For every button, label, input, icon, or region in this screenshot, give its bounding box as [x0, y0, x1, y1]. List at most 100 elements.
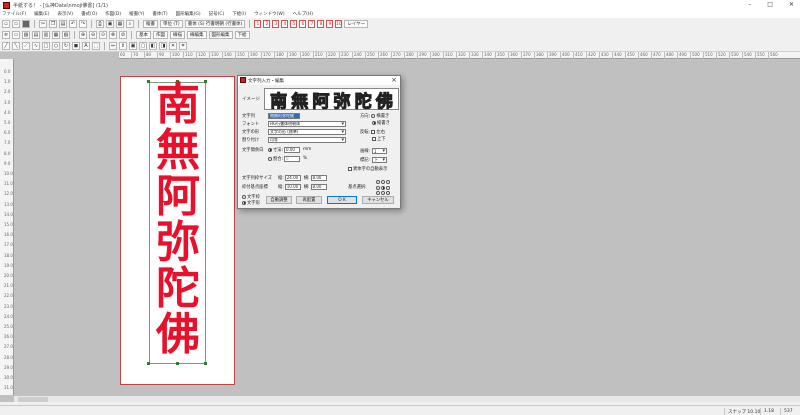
spacing-size-radio[interactable] — [268, 147, 272, 152]
layer-7-button[interactable]: 7 — [308, 20, 316, 28]
maximize-button[interactable]: □ — [767, 1, 773, 8]
menu-window[interactable]: ウィンドウ(W) — [254, 11, 284, 17]
layer-6-button[interactable]: 6 — [299, 20, 307, 28]
list-icon[interactable]: ≡ — [2, 31, 10, 39]
tab-underlay[interactable]: 下絵 — [234, 31, 250, 39]
menu-view[interactable]: 表示(V) — [57, 11, 73, 17]
mirror-h-icon[interactable]: ⇔ — [109, 42, 117, 50]
zoom-icon[interactable]: ⌕ — [126, 20, 134, 28]
zoom-fit-icon[interactable]: ⊙ — [99, 31, 107, 39]
resize-handle[interactable] — [176, 362, 179, 365]
pen-icon[interactable]: ╱ — [2, 42, 10, 50]
new-icon[interactable]: ▫ — [2, 20, 10, 28]
redo-icon[interactable]: ↷ — [79, 20, 87, 28]
menu-format[interactable]: 書式(O) — [81, 11, 97, 17]
group-icon[interactable]: ▣ — [129, 42, 137, 50]
save-icon[interactable] — [22, 20, 30, 28]
origin-radio[interactable] — [386, 191, 390, 195]
layer-2-button[interactable]: 2 — [263, 20, 271, 28]
flip-lr-checkbox[interactable] — [371, 129, 376, 134]
spacing-ratio-radio[interactable] — [268, 156, 272, 161]
circle-icon[interactable]: ○ — [52, 42, 60, 50]
fill-icon[interactable]: ◼ — [72, 42, 80, 50]
paste-icon[interactable]: ▤ — [59, 20, 67, 28]
layer-8-button[interactable]: 8 — [317, 20, 325, 28]
text-box-icon[interactable]: ▭ — [12, 31, 20, 39]
shape-select[interactable]: 文字の形 (標準) — [268, 128, 346, 135]
layer-button[interactable]: レイヤー — [344, 20, 369, 28]
back-icon[interactable]: ◨ — [159, 42, 167, 50]
menu-shape-edit[interactable]: 図形編集(G) — [176, 11, 201, 17]
curve-icon[interactable]: ∿ — [32, 42, 40, 50]
tab-basic[interactable]: 基本 — [136, 31, 151, 39]
image-icon[interactable]: ▨ — [22, 31, 30, 39]
size-w-input[interactable]: 8.00 — [310, 174, 327, 181]
horizontal-radio[interactable] — [371, 113, 376, 118]
rotate-icon[interactable]: ↻ — [62, 42, 70, 50]
tab-line[interactable]: 線描 — [170, 31, 185, 39]
menu-symbol[interactable]: 記号(C) — [209, 11, 225, 17]
ok-button[interactable]: O K — [327, 196, 357, 204]
layer-9-button[interactable]: 9 — [326, 20, 334, 28]
layer-5-button[interactable]: 5 — [290, 20, 298, 28]
menu-vertical[interactable]: 縦書(Y) — [129, 11, 144, 17]
size-h-input[interactable]: 24.00 — [284, 174, 301, 181]
auto-adjust-button[interactable]: 自動調整 — [266, 196, 292, 204]
layer-3-button[interactable]: 3 — [272, 20, 280, 28]
reposition-button[interactable]: 再配置 — [296, 196, 322, 204]
text-tool-icon[interactable]: A — [82, 42, 90, 50]
minimize-button[interactable]: – — [748, 1, 751, 8]
snap-icon[interactable]: ⌗ — [179, 42, 187, 50]
auto-variant-checkbox[interactable] — [348, 166, 352, 171]
line-icon[interactable]: ╲ — [12, 42, 20, 50]
origin-radio[interactable] — [376, 185, 380, 190]
tab-draw[interactable]: 作図 — [153, 31, 168, 39]
layer-10-button[interactable]: 10 — [335, 20, 343, 28]
horizontal-scrollbar[interactable] — [14, 395, 800, 402]
font-dropdown[interactable]: 書体 (S) 行書明朝 (行書体) — [184, 20, 246, 28]
position-h-input[interactable]: 10.00 — [284, 183, 301, 190]
origin-radio[interactable] — [381, 180, 385, 184]
print-icon[interactable]: ⎙ — [96, 20, 104, 28]
cut-icon[interactable]: ✂ — [39, 20, 47, 28]
menu-font[interactable]: 書体(T) — [152, 11, 167, 17]
resize-handle[interactable] — [147, 362, 150, 365]
align-select[interactable]: 均等 — [268, 136, 346, 143]
text-input[interactable]: 南無阿弥陀佛 — [268, 112, 300, 119]
origin-radio[interactable] — [381, 191, 385, 195]
menu-underlay[interactable]: 下絵(I) — [232, 11, 246, 17]
cancel-button[interactable]: キャンセル — [362, 196, 394, 204]
table-icon[interactable]: ▦ — [52, 31, 60, 39]
open-icon[interactable]: ▭ — [12, 20, 20, 28]
position-w-input[interactable]: 8.00 — [310, 183, 327, 190]
preview-icon[interactable]: ▣ — [106, 20, 114, 28]
front-icon[interactable]: ◧ — [149, 42, 157, 50]
unit-dropdown[interactable]: 単位 (T) — [160, 20, 183, 28]
tab-line-edit[interactable]: 線編集 — [187, 31, 207, 39]
vertical-writing-button[interactable]: 縦書 — [143, 20, 158, 28]
ungroup-icon[interactable]: ▢ — [139, 42, 147, 50]
grid-icon[interactable]: ▦ — [116, 20, 124, 28]
menu-draw[interactable]: 作図(D) — [105, 11, 121, 17]
vertical-radio[interactable] — [372, 120, 376, 125]
tab-shape-edit[interactable]: 図形編集 — [208, 31, 233, 39]
line-select[interactable]: 1 — [372, 148, 388, 154]
delete-icon[interactable]: ✕ — [169, 42, 177, 50]
resize-handle[interactable] — [204, 362, 207, 365]
origin-radio[interactable] — [386, 185, 390, 190]
zoom-in-icon[interactable]: ⊕ — [79, 31, 87, 39]
align-icon[interactable]: ▧ — [62, 31, 70, 39]
zoom-area-icon[interactable]: ⊗ — [109, 31, 117, 39]
menu-file[interactable]: ファイル(F) — [2, 11, 26, 17]
close-button[interactable]: ✕ — [789, 1, 794, 8]
shape-radio[interactable] — [242, 200, 246, 205]
properties-icon[interactable]: ▤ — [32, 31, 40, 39]
dialog-close-icon[interactable]: × — [391, 76, 397, 84]
origin-radio[interactable] — [381, 185, 385, 190]
menu-help[interactable]: ヘルプ(H) — [293, 11, 313, 17]
spacing-ratio-input[interactable]: 0 — [284, 155, 300, 162]
undo-icon[interactable]: ↶ — [69, 20, 77, 28]
flip-ud-checkbox[interactable] — [372, 136, 376, 141]
polyline-icon[interactable]: ⟋ — [22, 42, 30, 50]
menu-edit[interactable]: 編集(E) — [34, 11, 49, 17]
